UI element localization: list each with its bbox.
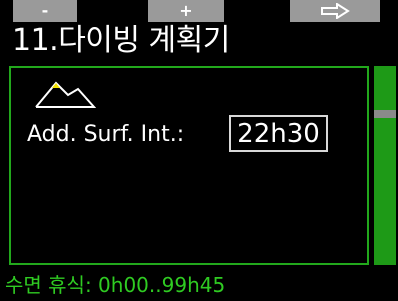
plus-softkey[interactable]: + <box>148 0 224 22</box>
surface-interval-value[interactable]: 22h30 <box>229 115 328 152</box>
scrollbar[interactable] <box>374 66 396 265</box>
next-softkey[interactable] <box>290 0 380 22</box>
surface-interval-value-text: 22h30 <box>237 118 320 149</box>
mountain-icon <box>35 81 96 108</box>
plus-softkey-label: + <box>179 1 193 20</box>
status-line: 수면 휴식: 0h00..99h45 <box>5 273 226 297</box>
arrow-right-outline-icon <box>321 3 350 19</box>
page-title: 11.다이빙 계획기 <box>12 23 230 58</box>
minus-softkey-label: - <box>41 1 49 20</box>
surface-interval-label: Add. Surf. Int.: <box>27 122 185 147</box>
scrollbar-thumb[interactable] <box>374 110 396 118</box>
minus-softkey[interactable]: - <box>13 0 77 22</box>
